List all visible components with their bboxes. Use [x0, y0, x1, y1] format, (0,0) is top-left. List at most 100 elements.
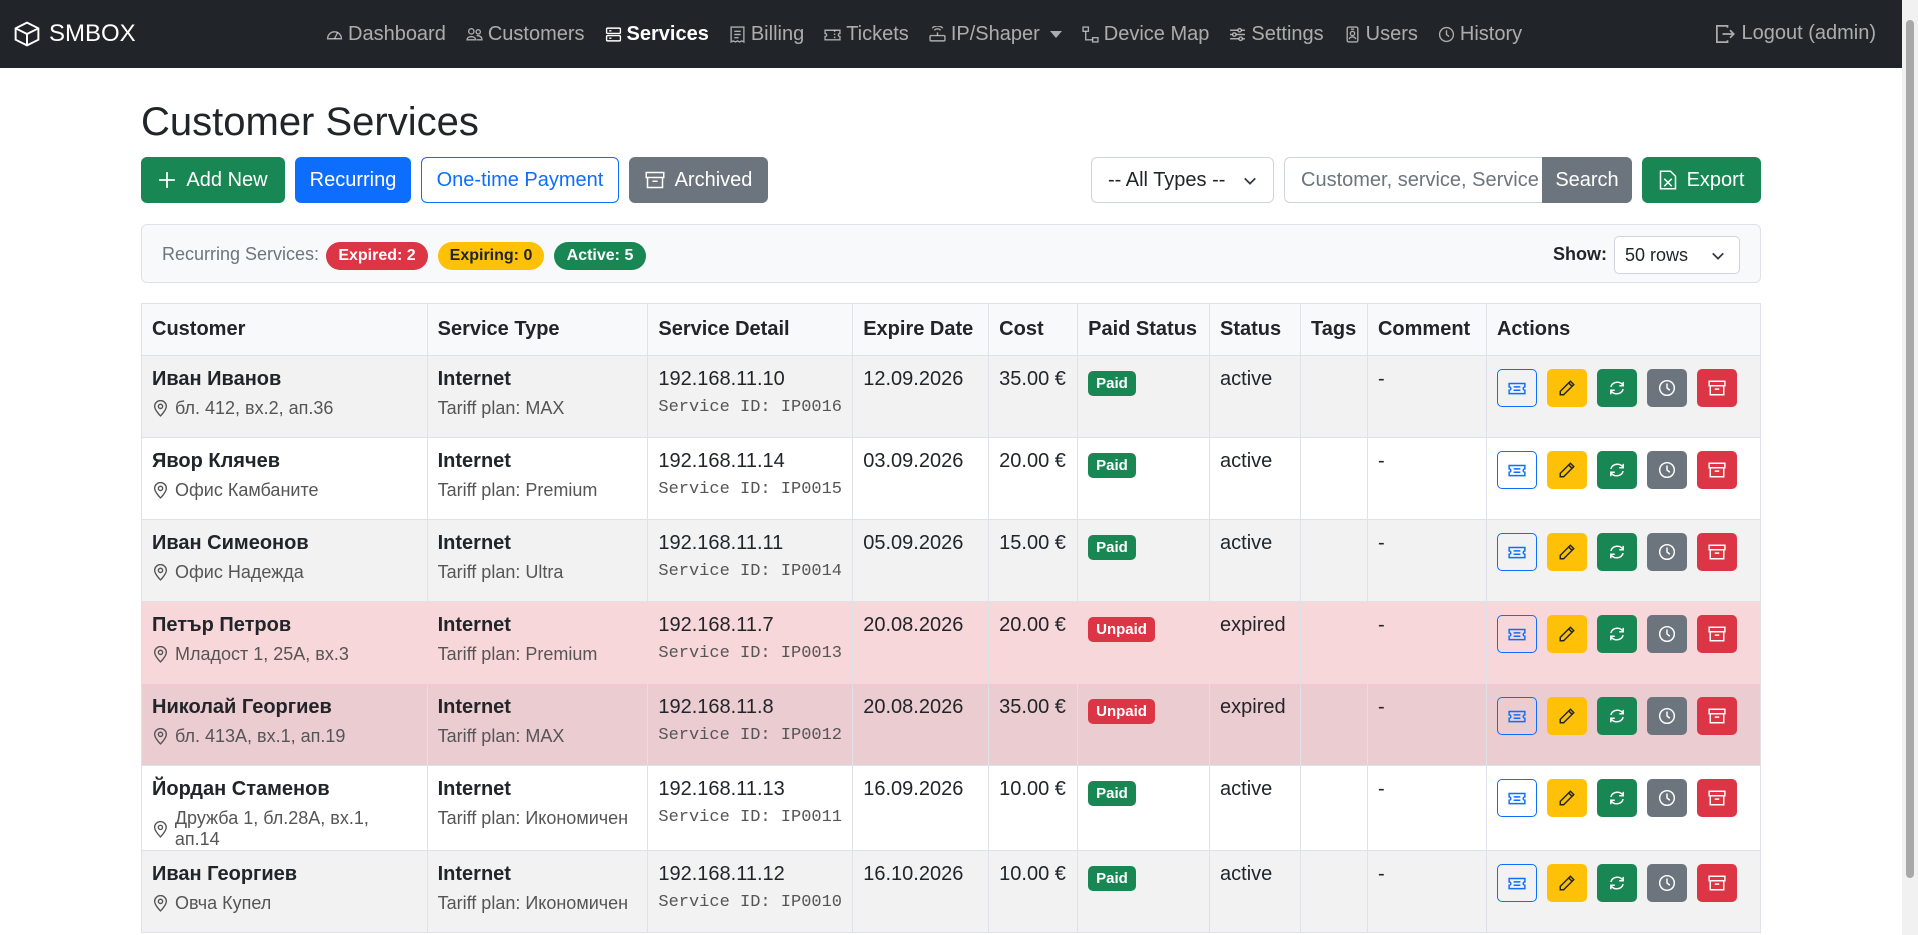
history-button[interactable] [1646, 369, 1687, 407]
paid-status-cell: Paid [1077, 437, 1211, 520]
edit-button[interactable] [1546, 615, 1587, 653]
nav-dashboard[interactable]: Dashboard [326, 23, 446, 46]
actions-cell [1485, 355, 1762, 438]
ticket-button[interactable] [1496, 864, 1537, 902]
pencil-icon [1559, 708, 1575, 724]
archive-button[interactable] [1696, 451, 1737, 489]
ticket-button[interactable] [1496, 533, 1537, 571]
nav-device-map[interactable]: Device Map [1082, 23, 1209, 46]
archive-button[interactable] [1696, 864, 1737, 902]
add-new-button[interactable]: Add New [141, 157, 285, 203]
rows-per-page-select[interactable]: 50 rows [1614, 236, 1740, 274]
ticket-button[interactable] [1496, 369, 1537, 407]
customer-address: Офис Надежда [152, 562, 417, 583]
history-button[interactable] [1646, 533, 1687, 571]
nav-links: Dashboard Customers Services Billing Tickets… [326, 0, 1542, 68]
archive-button[interactable] [1696, 615, 1737, 653]
nav-services[interactable]: Services [605, 23, 709, 46]
archive-button[interactable] [1696, 779, 1737, 817]
search-button[interactable]: Search [1542, 157, 1632, 203]
customer-name[interactable]: Иван Георгиев [152, 863, 417, 886]
archived-button[interactable]: Archived [629, 157, 768, 203]
renew-button[interactable] [1596, 779, 1637, 817]
server-icon [605, 26, 621, 42]
ticket-button[interactable] [1496, 779, 1537, 817]
clock-icon [1658, 874, 1676, 892]
pencil-icon [1559, 875, 1575, 891]
edit-button[interactable] [1546, 779, 1587, 817]
history-button[interactable] [1646, 697, 1687, 735]
type-filter-select[interactable]: -- All Types -- [1091, 157, 1274, 203]
nav-label: Dashboard [348, 22, 446, 45]
tags [1300, 765, 1368, 851]
expire-date: 12.09.2026 [852, 355, 990, 438]
customer-name[interactable]: Иван Иванов [152, 368, 417, 391]
renew-button[interactable] [1596, 697, 1637, 735]
ticket-button[interactable] [1496, 697, 1537, 735]
ticket-button[interactable] [1496, 451, 1537, 489]
scrollbar-thumb[interactable] [1906, 20, 1914, 878]
archive-button[interactable] [1696, 533, 1737, 571]
service-type-cell: Internet Tariff plan: Икономичен [426, 765, 649, 851]
archive-icon [1708, 462, 1726, 478]
customer-name[interactable]: Явор Клячев [152, 450, 417, 473]
customer-address-text: Офис Надежда [175, 562, 304, 582]
nav-settings[interactable]: Settings [1229, 23, 1324, 46]
export-button[interactable]: Export [1642, 157, 1761, 203]
comment: - [1366, 355, 1487, 438]
edit-button[interactable] [1546, 697, 1587, 735]
recurring-summary: Recurring Services: Expired: 2 Expiring:… [141, 224, 1761, 283]
expired-count-badge[interactable]: Expired: 2 [326, 242, 428, 270]
expire-date: 03.09.2026 [852, 437, 990, 520]
tariff-plan: Tariff plan: Premium [437, 644, 598, 664]
nav-ip-shaper[interactable]: IP/Shaper [929, 23, 1062, 46]
logout-link[interactable]: Logout (admin) [1715, 22, 1876, 45]
renew-button[interactable] [1596, 615, 1637, 653]
renew-button[interactable] [1596, 369, 1637, 407]
paid-status-badge: Unpaid [1088, 699, 1155, 724]
archive-button[interactable] [1696, 697, 1737, 735]
cost: 15.00 € [988, 519, 1079, 602]
table-header-row: Customer Service Type Service Detail Expire… [141, 303, 1762, 356]
page-scrollbar[interactable] [1902, 0, 1918, 935]
history-button[interactable] [1646, 864, 1687, 902]
edit-button[interactable] [1546, 369, 1587, 407]
ticket-icon [824, 29, 841, 41]
recurring-button[interactable]: Recurring [295, 157, 411, 203]
customer-name[interactable]: Петър Петров [152, 614, 417, 637]
edit-button[interactable] [1546, 451, 1587, 489]
active-count-badge[interactable]: Active: 5 [554, 242, 646, 270]
expiring-count-badge[interactable]: Expiring: 0 [438, 242, 544, 270]
customer-name[interactable]: Иван Симеонов [152, 532, 417, 555]
nav-label: Customers [487, 22, 585, 45]
nav-users[interactable]: Users [1344, 23, 1418, 46]
history-button[interactable] [1646, 779, 1687, 817]
customer-name[interactable]: Йордан Стаменов [152, 778, 417, 801]
brand[interactable]: SMBOX [14, 20, 136, 48]
nav-tickets[interactable]: Tickets [824, 23, 909, 46]
edit-button[interactable] [1546, 533, 1587, 571]
paid-status-cell: Paid [1077, 355, 1211, 438]
refresh-icon [1610, 876, 1624, 890]
renew-button[interactable] [1596, 533, 1637, 571]
customer-name[interactable]: Николай Георгиев [152, 696, 417, 719]
history-button[interactable] [1646, 615, 1687, 653]
comment: - [1366, 437, 1487, 520]
history-button[interactable] [1646, 451, 1687, 489]
ticket-button[interactable] [1496, 615, 1537, 653]
recurring-label: Recurring [309, 168, 397, 191]
renew-button[interactable] [1596, 864, 1637, 902]
nav-history[interactable]: History [1438, 23, 1522, 46]
nav-customers[interactable]: Customers [466, 23, 585, 46]
tags [1300, 601, 1368, 684]
nav-billing[interactable]: Billing [729, 23, 804, 46]
service-id: Service ID: IP0016 [658, 398, 843, 417]
archive-button[interactable] [1696, 369, 1737, 407]
map-pin-icon [153, 564, 168, 581]
tags [1300, 519, 1368, 602]
pencil-icon [1559, 380, 1575, 396]
search-input[interactable]: Customer, service, Service ID [1284, 157, 1542, 203]
renew-button[interactable] [1596, 451, 1637, 489]
edit-button[interactable] [1546, 864, 1587, 902]
one-time-payment-button[interactable]: One-time Payment [421, 157, 619, 203]
